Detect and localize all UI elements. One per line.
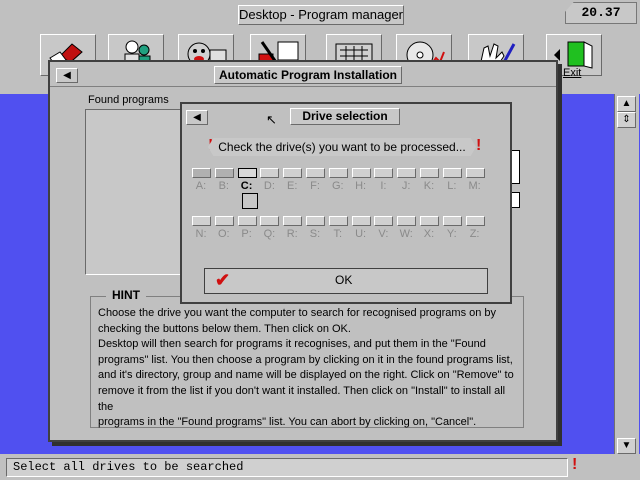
hint-text: Choose the drive you want the computer t… [98,306,522,431]
drive-c-checkbox[interactable] [242,193,258,209]
main-dialog-title: Automatic Program Installation [214,66,402,84]
vertical-scrollbar[interactable] [614,94,639,454]
hint-line: programs" list. You then choose a progra… [98,353,513,366]
drive-button[interactable] [351,168,371,178]
hint-label: HINT [106,288,146,302]
drive-button[interactable] [397,168,417,178]
drive-label: I: [380,180,387,192]
drive-button[interactable] [192,216,211,226]
drive-selection-dialog: ◀ Drive selection ↖ ! Check the drive(s)… [180,102,512,304]
clock: 20.37 [565,2,637,24]
drive-button[interactable] [420,168,439,178]
drive-button[interactable] [328,168,348,178]
drive-button[interactable] [351,216,371,226]
drive-button[interactable] [214,168,234,178]
drive-label: L: [447,180,457,192]
drive-label: C: [240,180,253,192]
drive-button[interactable] [374,216,394,226]
drive-label: A: [195,180,207,192]
drive-label: M: [468,180,481,192]
drive-button[interactable] [283,216,303,226]
drive-button[interactable] [214,216,234,226]
drive-label: U: [355,228,367,240]
drive-prompt: Check the drive(s) you want to be proces… [208,138,476,156]
hint-line: Choose the drive you want the computer t… [98,307,497,319]
drive-button[interactable] [442,216,462,226]
drive-label: E: [286,180,298,192]
drive-label: K: [423,180,435,192]
drive-button[interactable] [328,216,348,226]
drive-button[interactable] [442,168,462,178]
scroll-down-button[interactable]: ▼ [617,438,636,454]
desktop-title: Desktop - Program manager [238,5,404,25]
back-arrow-icon[interactable]: ◀ [186,110,208,125]
hint-line: remove it from the list if you don't wan… [98,384,506,413]
drive-label: B: [218,180,229,192]
drive-label: W: [399,228,413,240]
drive-button[interactable] [465,216,485,226]
found-programs-label: Found programs [88,94,169,106]
drive-label: P: [241,228,252,240]
drive-label: X: [423,228,435,240]
drive-label: J: [401,180,411,192]
drive-label: Z: [469,228,480,240]
drive-button[interactable] [260,168,280,178]
drive-button[interactable] [306,168,325,178]
status-text: Select all drives to be searched [6,458,568,477]
drive-label: S: [309,228,321,240]
drive-label: T: [333,228,343,240]
drive-button[interactable] [397,216,417,226]
drive-button[interactable] [237,216,257,226]
drive-label: N: [195,228,207,240]
drive-dialog-title: Drive selection [290,108,400,125]
hint-line: programs in the "Found programs" list. Y… [98,416,477,429]
alert-icon: ! [572,456,578,473]
drive-label: Y: [446,228,457,240]
hint-line: Desktop will then search for programs it… [98,338,486,351]
checkmark-icon: ✔ [215,270,231,290]
drive-button[interactable] [465,168,485,178]
drive-label: G: [331,180,344,192]
hint-line: and it's directory, group and name will … [98,369,514,382]
drive-label: D: [263,180,275,192]
alert-icon: ! [476,137,482,154]
drive-label: R: [286,228,298,240]
drive-label: F: [310,180,320,192]
drive-button[interactable] [192,168,211,178]
drive-label: V: [378,228,389,240]
drive-button[interactable] [420,216,439,226]
exit-label[interactable]: Exit [563,67,581,79]
back-arrow-icon[interactable]: ◀ [56,68,78,83]
drive-button[interactable] [260,216,280,226]
drive-label: Q: [263,228,276,240]
drive-button[interactable] [237,168,257,178]
drive-button[interactable] [374,168,394,178]
drive-label: O: [217,228,230,240]
drive-button[interactable] [306,216,325,226]
scroll-up-button[interactable]: ▲ [617,96,636,112]
scroll-thumb[interactable]: ⇕ [617,112,636,128]
drive-label: H: [355,180,367,192]
hint-line: checking the buttons below them. Then cl… [98,322,351,335]
ok-label: OK [335,273,353,287]
drive-button[interactable] [283,168,303,178]
ok-button[interactable]: ✔ OK [204,268,488,294]
mouse-pointer-icon: ↖ [266,112,277,127]
